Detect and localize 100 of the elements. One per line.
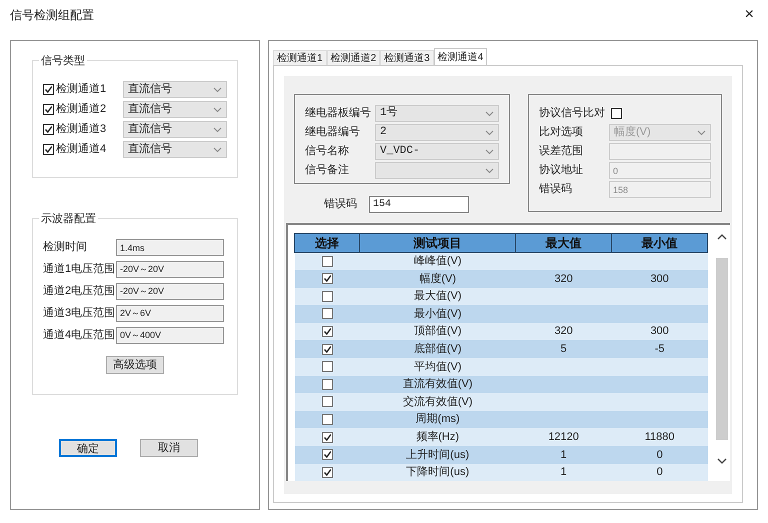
dropdown-caret-icon: [213, 106, 222, 112]
table-cell: 1: [516, 464, 612, 482]
table-cell: 上升时间(us): [360, 446, 516, 464]
dropdown-caret-icon: [485, 130, 494, 136]
checkbox[interactable]: [43, 84, 54, 95]
dialog-button[interactable]: 取消: [140, 439, 198, 457]
field-label: 错误码: [539, 182, 573, 198]
table-cell: 底部值(V): [360, 340, 516, 358]
field-label: 比对选项: [539, 125, 584, 140]
input-field[interactable]: [609, 143, 711, 160]
input-field[interactable]: 154: [369, 196, 469, 213]
checkbox[interactable]: [43, 124, 54, 135]
table-cell: 直流有效值(V): [360, 376, 516, 394]
table-cell: 交流有效值(V): [360, 393, 516, 411]
table-cell: 峰峰值(V): [360, 252, 516, 270]
table-cell: 平均值(V): [360, 358, 516, 376]
table-cell: -5: [612, 340, 708, 358]
field-label: 误差范围: [539, 144, 584, 160]
window-title: 信号检测组配置: [10, 7, 94, 24]
dropdown-caret-icon: [213, 86, 222, 92]
scroll-up-icon[interactable]: [717, 233, 728, 241]
table-cell: 300: [612, 322, 708, 340]
column-header: 选择: [294, 234, 360, 252]
table-cell: 320: [516, 270, 612, 288]
input-field[interactable]: 2V～6V: [116, 305, 224, 322]
checkbox[interactable]: [43, 144, 54, 155]
checkbox[interactable]: [322, 290, 333, 302]
dropdown[interactable]: 2: [375, 124, 499, 141]
input-field[interactable]: -20V～20V: [116, 283, 224, 300]
scroll-down-icon[interactable]: [717, 457, 728, 465]
tab[interactable]: 检测通道2: [326, 50, 380, 65]
field-label: 通道1电压范围: [43, 262, 116, 278]
field-label: 信号备注: [305, 162, 350, 178]
checkbox-label: 检测通道1: [56, 82, 106, 98]
dropdown[interactable]: V_VDC-: [375, 143, 499, 160]
dropdown-caret-icon: [485, 148, 494, 154]
dialog-button[interactable]: 确定: [59, 439, 117, 457]
field-label: 通道3电压范围: [43, 306, 116, 322]
scroll-thumb[interactable]: [716, 258, 728, 440]
table-cell: 0: [612, 464, 708, 482]
dropdown[interactable]: 直流信号: [123, 81, 227, 98]
checkbox[interactable]: [322, 326, 333, 338]
checkbox[interactable]: [322, 396, 333, 408]
tab[interactable]: 检测通道1: [273, 50, 327, 65]
dropdown-caret-icon: [213, 126, 222, 132]
dropdown[interactable]: 直流信号: [123, 101, 227, 118]
checkbox[interactable]: [322, 449, 333, 460]
field-label: 信号名称: [305, 144, 350, 160]
checkbox[interactable]: [322, 273, 333, 284]
table-cell: 5: [516, 340, 612, 358]
tab[interactable]: 检测通道4: [434, 48, 488, 65]
table-cell: 频率(Hz): [360, 428, 516, 446]
table-cell: 最小值(V): [360, 305, 516, 323]
table-cell: 顶部值(V): [360, 322, 516, 340]
field-label: 通道2电压范围: [43, 284, 116, 300]
field-label: 协议地址: [539, 163, 584, 178]
dropdown[interactable]: 1号: [375, 105, 499, 122]
input-field[interactable]: 0V～400V: [116, 327, 224, 344]
field-label: 检测时间: [43, 240, 88, 256]
table-cell: 12120: [516, 428, 612, 446]
table-cell: 周期(ms): [360, 410, 516, 428]
table-cell: 1: [516, 446, 612, 464]
column-header: 最大值: [516, 234, 612, 252]
checkbox[interactable]: [43, 104, 54, 115]
checkbox[interactable]: [322, 466, 333, 478]
checkbox-label: 检测通道3: [56, 122, 106, 138]
checkbox[interactable]: [322, 344, 333, 355]
checkbox-label: 检测通道2: [56, 102, 106, 118]
field-label: 错误码: [324, 197, 357, 212]
field-label: 协议信号比对: [539, 106, 605, 122]
checkbox[interactable]: [322, 256, 333, 267]
close-button[interactable]: ×: [740, 7, 758, 23]
field-label: 继电器编号: [305, 125, 361, 140]
scrollbar[interactable]: [714, 233, 730, 465]
table-cell: 最大值(V): [360, 288, 516, 306]
table-cell: 幅度(V): [360, 270, 516, 288]
dropdown-caret-icon: [485, 110, 494, 116]
column-header: 测试项目: [360, 234, 516, 252]
advanced-button[interactable]: 高级选项: [106, 356, 164, 374]
dropdown-caret-icon: [485, 168, 494, 174]
table-cell: 11880: [612, 428, 708, 446]
dropdown-caret-icon: [213, 146, 222, 152]
input-field[interactable]: 1.4ms: [116, 239, 224, 256]
checkbox[interactable]: [322, 378, 333, 390]
checkbox[interactable]: [611, 108, 622, 119]
checkbox[interactable]: [322, 361, 333, 372]
checkbox[interactable]: [322, 432, 333, 443]
checkbox[interactable]: [322, 308, 333, 320]
column-header: 最小值: [612, 234, 708, 252]
table-cell: 300: [612, 270, 708, 288]
field-label: 继电器板编号: [305, 106, 372, 122]
table-cell: 0: [612, 446, 708, 464]
tab[interactable]: 检测通道3: [380, 50, 434, 65]
table-cell: 下降时间(us): [360, 464, 516, 482]
dropdown-caret-icon: [697, 130, 706, 136]
input-field[interactable]: -20V～20V: [116, 261, 224, 278]
dropdown[interactable]: 直流信号: [123, 121, 227, 138]
checkbox[interactable]: [322, 414, 333, 425]
field-label: 通道4电压范围: [43, 328, 116, 344]
dropdown[interactable]: 直流信号: [123, 141, 227, 158]
